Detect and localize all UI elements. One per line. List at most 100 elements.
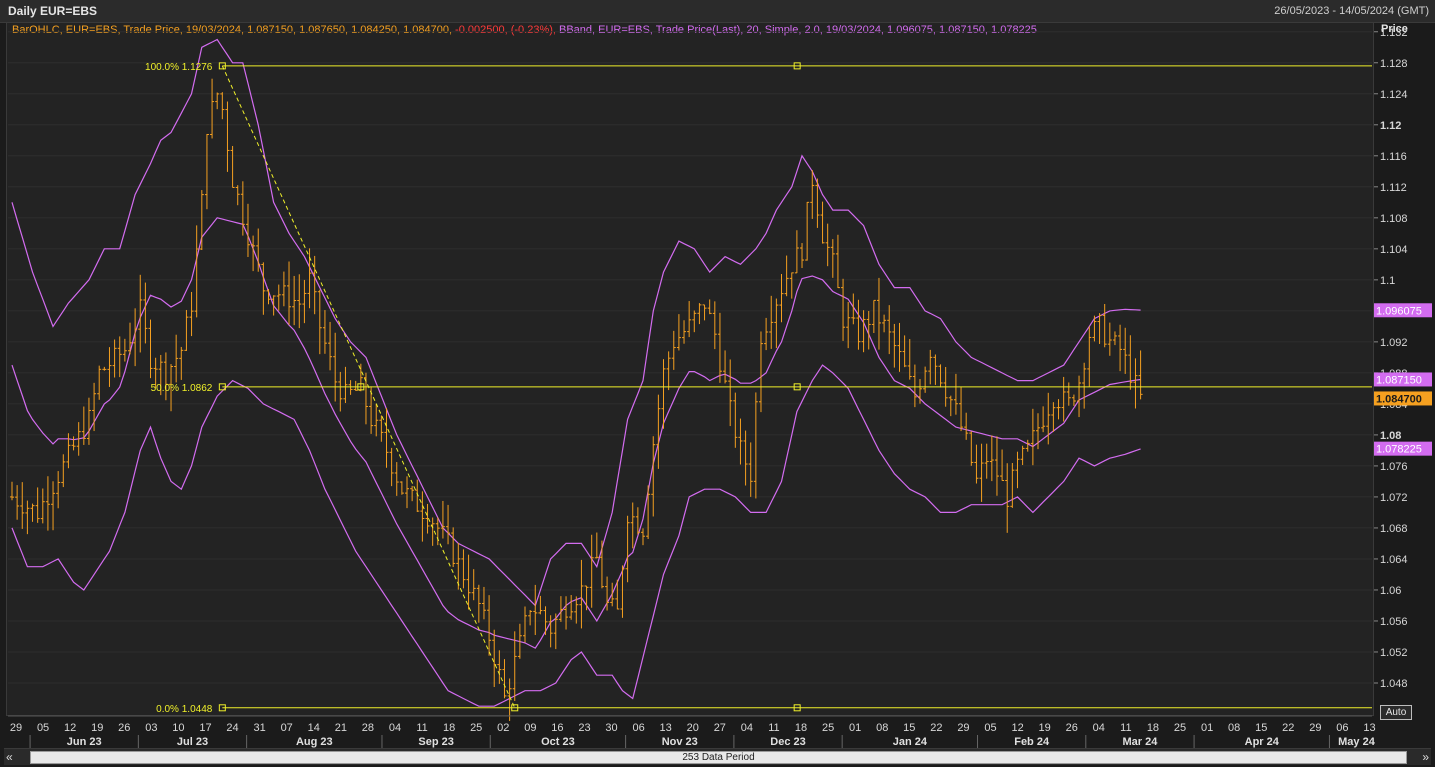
x-month-label: Oct 23 (541, 736, 575, 748)
x-day-tick-label: 10 (172, 722, 184, 734)
x-day-tick-label: 29 (10, 722, 22, 734)
price-tag-bg (1374, 303, 1432, 318)
y-tick-label: 1.08 (1380, 430, 1401, 442)
data-period-label: 253 Data Period (682, 752, 755, 763)
y-tick-label: 1.084 (1380, 399, 1408, 411)
x-day-tick-label: 06 (632, 722, 644, 734)
x-day-tick-label: 01 (1201, 722, 1213, 734)
price-tag-bg (1374, 441, 1432, 456)
x-day-tick-label: 19 (91, 722, 103, 734)
legend-ohlc: BarOHLC, EUR=EBS, Trade Price, 19/03/202… (12, 24, 452, 36)
x-day-tick-label: 21 (335, 722, 347, 734)
x-day-tick-label: 31 (254, 722, 266, 734)
x-day-tick-label: 13 (1363, 722, 1375, 734)
y-tick-label: 1.104 (1380, 244, 1408, 256)
x-day-tick-label: 02 (497, 722, 509, 734)
scroll-right-icon[interactable]: » (1422, 750, 1429, 764)
x-day-tick-label: 20 (687, 722, 699, 734)
x-day-tick-label: 26 (1066, 722, 1078, 734)
x-day-tick-label: 22 (930, 722, 942, 734)
x-day-tick-label: 07 (281, 722, 293, 734)
x-day-tick-label: 11 (1120, 722, 1131, 734)
price-tag-bg (1374, 372, 1432, 387)
time-scrollbar[interactable]: « 253 Data Period » (4, 748, 1431, 765)
auto-scale-button[interactable]: Auto (1380, 705, 1412, 720)
x-day-tick-label: 27 (714, 722, 726, 734)
x-month-label: Dec 23 (770, 736, 805, 748)
legend-bband: BBand, EUR=EBS, Trade Price(Last), 20, S… (555, 24, 1037, 36)
y-tick-label: 1.076 (1380, 461, 1408, 473)
x-day-tick-label: 11 (416, 722, 427, 734)
price-tag-label: 1.087150 (1376, 374, 1422, 386)
x-day-tick-label: 23 (578, 722, 590, 734)
x-day-tick-label: 14 (308, 722, 320, 734)
y-tick-label: 1.108 (1380, 213, 1408, 225)
y-tick-label: 1.092 (1380, 337, 1408, 349)
x-day-tick-label: 05 (984, 722, 996, 734)
x-day-tick-label: 03 (145, 722, 157, 734)
chart-legend: BarOHLC, EUR=EBS, Trade Price, 19/03/202… (12, 24, 1037, 36)
x-month-label: Jun 23 (67, 736, 102, 748)
x-day-tick-label: 29 (957, 722, 969, 734)
x-day-tick-label: 25 (822, 722, 834, 734)
window-titlebar: Daily EUR=EBS 26/05/2023 - 14/05/2024 (G… (0, 0, 1435, 23)
x-day-tick-label: 25 (470, 722, 482, 734)
price-tag-label: 1.078225 (1376, 444, 1422, 456)
x-month-label: Feb 24 (1014, 736, 1050, 748)
price-tag-label: 1.096075 (1376, 305, 1422, 317)
x-day-tick-label: 29 (1309, 722, 1321, 734)
x-day-tick-label: 15 (1255, 722, 1267, 734)
plot-area[interactable] (6, 22, 1374, 716)
x-day-tick-label: 30 (605, 722, 617, 734)
y-tick-label: 1.096 (1380, 306, 1408, 318)
price-tag-bg (1374, 391, 1432, 406)
x-day-tick-label: 06 (1336, 722, 1348, 734)
x-day-tick-label: 16 (551, 722, 563, 734)
x-day-tick-label: 19 (1039, 722, 1051, 734)
x-month-label: Jan 24 (893, 736, 928, 748)
x-month-label: Apr 24 (1245, 736, 1280, 748)
x-day-tick-label: 22 (1282, 722, 1294, 734)
y-tick-label: 1.124 (1380, 89, 1408, 101)
y-tick-label: 1.112 (1380, 182, 1407, 194)
y-tick-label: 1.116 (1380, 151, 1407, 163)
x-day-tick-label: 01 (849, 722, 861, 734)
y-tick-label: 1.06 (1380, 585, 1401, 597)
x-day-tick-label: 04 (1093, 722, 1105, 734)
x-day-tick-label: 05 (37, 722, 49, 734)
x-month-label: Jul 23 (177, 736, 208, 748)
scroll-thumb[interactable]: 253 Data Period (30, 751, 1407, 764)
x-day-tick-label: 18 (795, 722, 807, 734)
date-range: 26/05/2023 - 14/05/2024 (GMT) (1274, 5, 1429, 17)
y-tick-label: 1.1 (1380, 275, 1395, 287)
legend-change: -0.002500, (-0.23%), (452, 24, 556, 36)
y-tick-label: 1.088 (1380, 368, 1408, 380)
x-month-label: Sep 23 (418, 736, 453, 748)
x-day-tick-label: 28 (362, 722, 374, 734)
scroll-left-icon[interactable]: « (6, 750, 13, 764)
x-day-tick-label: 12 (64, 722, 76, 734)
x-day-tick-label: 26 (118, 722, 130, 734)
x-day-tick-label: 09 (524, 722, 536, 734)
y-tick-label: 1.048 (1380, 678, 1408, 690)
x-day-tick-label: 17 (199, 722, 211, 734)
x-day-tick-label: 04 (741, 722, 753, 734)
x-month-label: Mar 24 (1123, 736, 1159, 748)
x-day-tick-label: 08 (876, 722, 888, 734)
y-tick-label: 1.12 (1380, 120, 1401, 132)
y-tick-label: 1.064 (1380, 554, 1408, 566)
x-month-label: Aug 23 (296, 736, 333, 748)
price-axis-title: Price (1381, 23, 1408, 35)
x-day-tick-label: 18 (1147, 722, 1159, 734)
y-tick-label: 1.072 (1380, 492, 1408, 504)
y-tick-label: 1.128 (1380, 58, 1408, 70)
x-day-tick-label: 04 (389, 722, 401, 734)
x-day-tick-label: 15 (903, 722, 915, 734)
x-day-tick-label: 25 (1174, 722, 1186, 734)
x-day-tick-label: 12 (1011, 722, 1023, 734)
x-day-tick-label: 11 (768, 722, 779, 734)
y-tick-label: 1.056 (1380, 616, 1408, 628)
x-month-label: May 24 (1338, 736, 1376, 748)
y-tick-label: 1.068 (1380, 523, 1408, 535)
chart-title: Daily EUR=EBS (8, 4, 98, 18)
